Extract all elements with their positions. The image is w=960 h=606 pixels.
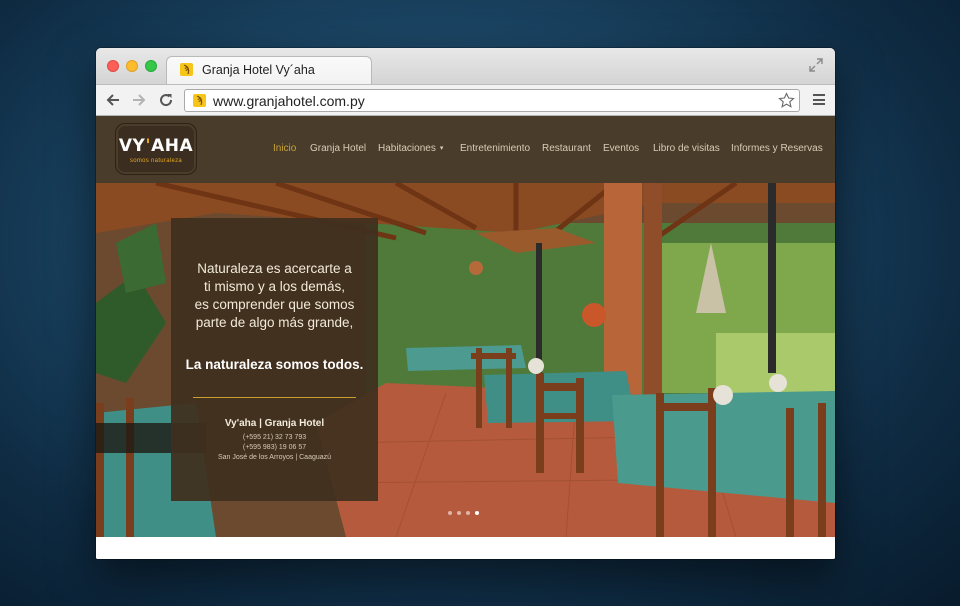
quote-line: ti mismo y a los demás, — [203, 279, 346, 294]
back-button[interactable] — [104, 91, 122, 109]
url-text[interactable]: www.granjahotel.com.py — [213, 93, 365, 109]
hotel-name: Vy'aha | Granja Hotel — [224, 418, 325, 429]
nav-item-restaurant[interactable]: Restaurant — [542, 143, 591, 154]
close-window-button[interactable] — [107, 60, 119, 72]
nav-item-eventos[interactable]: Eventos — [603, 143, 639, 154]
quote-line: Naturaleza es acercarte a — [197, 261, 352, 276]
browser-tab[interactable]: ϡ Granja Hotel Vy´aha — [166, 56, 372, 84]
main-navigation: Inicio Granja Hotel Habitaciones ▾ Entret… — [96, 143, 835, 157]
nav-item-inicio[interactable]: Inicio — [273, 143, 296, 154]
phone-number: (+595 21) 32 73 793 — [242, 434, 307, 441]
quote-line: es comprender que somos — [194, 297, 355, 312]
bookmark-star-icon[interactable] — [778, 92, 795, 109]
slider-dot[interactable] — [457, 511, 461, 515]
slider-dot[interactable] — [448, 511, 452, 515]
slider-dot-active[interactable] — [475, 511, 479, 515]
nav-item-granja-hotel[interactable]: Granja Hotel — [310, 143, 366, 154]
favicon-icon: ϡ — [180, 63, 193, 76]
forward-button[interactable] — [130, 91, 148, 109]
site-header: VY'AHA somos naturaleza Inicio Granja Ho… — [96, 116, 835, 183]
phone-number: (+595 983) 19 06 57 — [242, 444, 307, 451]
fullscreen-icon[interactable] — [809, 58, 823, 72]
nav-item-libro-de-visitas[interactable]: Libro de visitas — [653, 143, 720, 154]
browser-toolbar: ϡ www.granjahotel.com.py — [96, 84, 835, 116]
browser-window: ϡ Granja Hotel Vy´aha ϡ www.granjahotel.… — [96, 48, 835, 559]
reload-button[interactable] — [157, 91, 175, 109]
nav-item-entretenimiento[interactable]: Entretenimiento — [460, 143, 530, 154]
nav-item-habitaciones[interactable]: Habitaciones ▾ — [378, 143, 443, 154]
divider — [193, 397, 356, 398]
arrow-right-icon — [133, 94, 146, 106]
hero-slider: Naturaleza es acercarte a ti mismo y a l… — [96, 183, 835, 537]
logo-tagline: somos naturaleza — [129, 158, 183, 164]
nav-item-informes-y-reservas[interactable]: Informes y Reservas — [731, 143, 823, 154]
reload-icon — [160, 94, 173, 107]
quote-highlight: La naturaleza somos todos. — [185, 357, 364, 372]
minimize-window-button[interactable] — [126, 60, 138, 72]
zoom-window-button[interactable] — [145, 60, 157, 72]
tab-strip: ϡ Granja Hotel Vy´aha — [96, 48, 835, 84]
site-favicon-icon: ϡ — [193, 94, 206, 107]
quote-panel: Naturaleza es acercarte a ti mismo y a l… — [171, 218, 378, 501]
tab-title: Granja Hotel Vy´aha — [202, 63, 315, 77]
nav-item-habitaciones-label: Habitaciones — [378, 143, 436, 154]
quote-line: parte de algo más grande, — [195, 315, 354, 330]
arrow-left-icon — [106, 94, 119, 106]
slider-dot[interactable] — [466, 511, 470, 515]
address-bar[interactable]: ϡ www.granjahotel.com.py — [184, 89, 800, 112]
address: San José de los Arroyos | Caaguazú — [217, 454, 332, 461]
webpage: VY'AHA somos naturaleza Inicio Granja Ho… — [96, 116, 835, 559]
chevron-down-icon: ▾ — [439, 145, 444, 152]
hamburger-menu-icon[interactable] — [813, 94, 825, 105]
